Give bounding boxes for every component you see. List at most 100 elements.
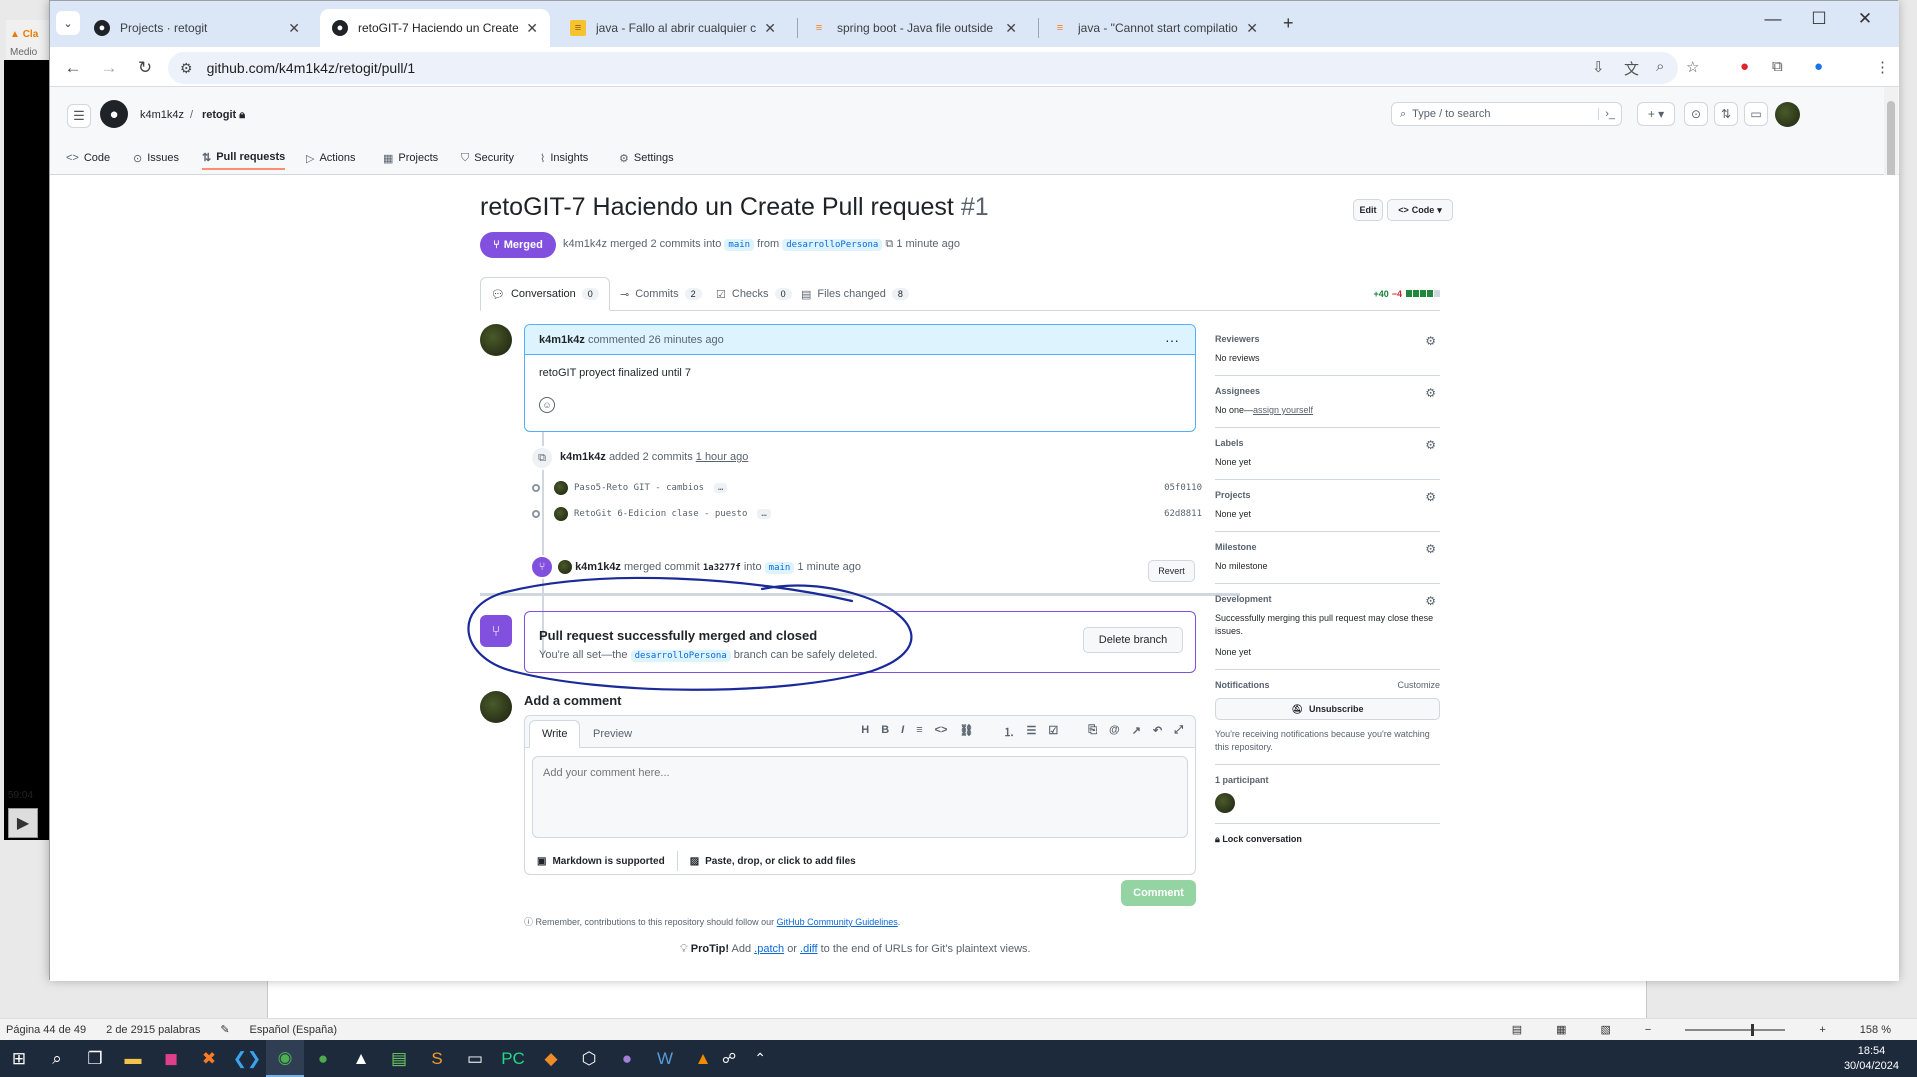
- author-link[interactable]: k4m1k4z: [563, 238, 607, 250]
- clock[interactable]: 18:54 30/04/2024: [1844, 1044, 1899, 1074]
- unordered-list-icon[interactable]: ☰: [1026, 724, 1036, 740]
- link-icon[interactable]: ⛓: [959, 724, 973, 740]
- profile-icon[interactable]: ●: [1814, 58, 1823, 75]
- comment-author-avatar[interactable]: [480, 324, 512, 356]
- gear-icon[interactable]: ⚙: [1425, 542, 1436, 556]
- breadcrumb-owner[interactable]: k4m1k4z: [140, 109, 184, 121]
- box-app-icon[interactable]: ⬡: [570, 1040, 608, 1077]
- lock-conversation-link[interactable]: 🔒︎ Lock conversation: [1215, 824, 1440, 845]
- maximize-button[interactable]: ☐: [1796, 9, 1842, 29]
- italic-icon[interactable]: I: [901, 724, 904, 740]
- gear-icon[interactable]: ⚙: [1425, 386, 1436, 400]
- tab-files-changed[interactable]: ▤ Files changed 8: [791, 277, 919, 311]
- attach-icon[interactable]: ⎘: [1088, 724, 1097, 740]
- code-dropdown-button[interactable]: <> Code ▾: [1387, 199, 1453, 221]
- attach-files-link[interactable]: Paste, drop, or click to add files: [705, 856, 856, 867]
- repo-tab-projects[interactable]: ▦ Projects: [383, 146, 438, 170]
- mention-icon[interactable]: @: [1109, 724, 1120, 740]
- browser-tab-pull-request[interactable]: ● retoGIT-7 Haciendo un Create P ✕: [320, 9, 550, 47]
- merge-commit-sha[interactable]: 1a3277f: [703, 563, 741, 573]
- bookmark-star-icon[interactable]: ☆: [1686, 58, 1699, 76]
- browser-tab-stackoverflow-3[interactable]: ≡ java - "Cannot start compilation ✕: [1040, 9, 1270, 47]
- user-avatar[interactable]: [1775, 102, 1800, 127]
- vscode-icon[interactable]: ❮❯: [228, 1040, 266, 1077]
- base-branch[interactable]: main: [724, 239, 755, 251]
- edit-button[interactable]: Edit: [1353, 199, 1383, 221]
- undo-icon[interactable]: ↶: [1153, 724, 1162, 740]
- install-app-icon[interactable]: ⇩: [1592, 58, 1605, 76]
- task-list-icon[interactable]: ☑: [1048, 724, 1058, 740]
- zoom-in-icon[interactable]: +: [1819, 1024, 1825, 1036]
- command-palette-icon[interactable]: ›_: [1598, 108, 1615, 120]
- repo-tab-security[interactable]: ⛉ Security: [461, 146, 514, 170]
- sublime-icon[interactable]: S: [418, 1040, 456, 1077]
- tab-commits[interactable]: ⊸ Commits 2: [610, 277, 712, 311]
- image-editor-icon[interactable]: ▲: [342, 1040, 380, 1077]
- commit-sha[interactable]: 62d8811: [1164, 509, 1202, 519]
- search-input[interactable]: ⌕ Type / to search ›_: [1391, 102, 1622, 126]
- chrome-icon[interactable]: ◉: [266, 1040, 304, 1077]
- repo-tab-insights[interactable]: ⌇ Insights: [540, 146, 588, 170]
- unsubscribe-button[interactable]: 🔕︎ Unsubscribe: [1215, 698, 1440, 720]
- diff-link[interactable]: .diff: [800, 943, 818, 955]
- commit-message[interactable]: RetoGit 6-Edicion clase - puesto: [574, 509, 747, 519]
- language-status[interactable]: Español (España): [250, 1024, 337, 1036]
- event-author[interactable]: k4m1k4z: [560, 451, 606, 463]
- back-icon[interactable]: ←: [60, 55, 86, 81]
- translate-icon[interactable]: 文: [1624, 58, 1639, 79]
- sidebar-heading[interactable]: Reviewers: [1215, 334, 1440, 344]
- hamburger-menu-icon[interactable]: ☰: [67, 104, 91, 128]
- tab-conversation[interactable]: 💬︎ Conversation 0: [480, 277, 610, 311]
- reference-icon[interactable]: ↗: [1132, 724, 1141, 740]
- close-icon[interactable]: ✕: [1246, 20, 1258, 37]
- zoom-slider[interactable]: [1685, 1023, 1786, 1036]
- close-icon[interactable]: ✕: [1005, 20, 1017, 37]
- zoom-level[interactable]: 158 %: [1860, 1024, 1891, 1036]
- event-author[interactable]: k4m1k4z: [575, 561, 621, 573]
- browser-tab-projects[interactable]: ● Projects · retogit ✕: [82, 9, 312, 47]
- documents-icon[interactable]: ▭: [456, 1040, 494, 1077]
- sidebar-heading[interactable]: Milestone: [1215, 542, 1440, 552]
- gear-icon[interactable]: ⚙: [1425, 334, 1436, 348]
- file-explorer-icon[interactable]: ▬: [114, 1040, 152, 1077]
- browser-menu-icon[interactable]: ⋮: [1875, 58, 1890, 76]
- sidebar-heading[interactable]: Assignees: [1215, 386, 1440, 396]
- reload-icon[interactable]: ↻: [132, 55, 158, 81]
- word-counter[interactable]: 2 de 2915 palabras: [106, 1024, 200, 1036]
- sidebar-heading[interactable]: Labels: [1215, 438, 1440, 448]
- assign-yourself-link[interactable]: assign yourself: [1253, 405, 1313, 415]
- heading-icon[interactable]: H: [861, 724, 869, 740]
- close-icon[interactable]: ✕: [526, 20, 538, 37]
- new-tab-button[interactable]: +: [1283, 13, 1294, 34]
- ordered-list-icon[interactable]: ⒈: [1003, 724, 1014, 740]
- zoom-icon[interactable]: ⌕: [1656, 58, 1664, 75]
- avatar[interactable]: [558, 560, 572, 574]
- gear-icon[interactable]: ⚙: [1425, 490, 1436, 504]
- zoom-out-icon[interactable]: −: [1645, 1024, 1651, 1036]
- commit-sha[interactable]: 05f0110: [1164, 483, 1202, 493]
- issues-icon[interactable]: ⊙: [1684, 102, 1708, 126]
- mongodb-icon[interactable]: ●: [304, 1040, 342, 1077]
- web-layout-icon[interactable]: ▧: [1601, 1023, 1611, 1036]
- play-icon[interactable]: ▶: [8, 808, 38, 838]
- browser-tab-stackoverflow-2[interactable]: ≡ spring boot - Java file outside o ✕: [799, 9, 1029, 47]
- github-desktop-icon[interactable]: ●: [608, 1040, 646, 1077]
- fullscreen-icon[interactable]: ⤢: [1174, 724, 1183, 740]
- xampp-icon[interactable]: ✖: [190, 1040, 228, 1077]
- app-grid-icon[interactable]: ◆: [532, 1040, 570, 1077]
- windows-start-icon[interactable]: ⊞: [0, 1040, 38, 1077]
- customize-link[interactable]: Customize: [1397, 680, 1440, 690]
- search-icon[interactable]: ⌕: [38, 1040, 76, 1077]
- close-icon[interactable]: ✕: [288, 20, 300, 37]
- repo-tab-settings[interactable]: ⚙ Settings: [619, 146, 674, 170]
- repo-tab-pull-requests[interactable]: ⇅ Pull requests: [202, 146, 286, 170]
- github-logo-icon[interactable]: ●: [100, 100, 128, 128]
- minimize-button[interactable]: —: [1750, 9, 1796, 29]
- comment-submit-button[interactable]: Comment: [1121, 880, 1196, 906]
- tab-preview[interactable]: Preview: [581, 720, 644, 748]
- tab-search-button[interactable]: ⌄: [56, 11, 80, 35]
- event-time-link[interactable]: 1 hour ago: [696, 451, 749, 463]
- gear-icon[interactable]: ⚙: [1425, 438, 1436, 452]
- extension-opera-icon[interactable]: ●: [1740, 58, 1749, 75]
- breadcrumb-repo[interactable]: retogit 🔒︎: [202, 109, 245, 122]
